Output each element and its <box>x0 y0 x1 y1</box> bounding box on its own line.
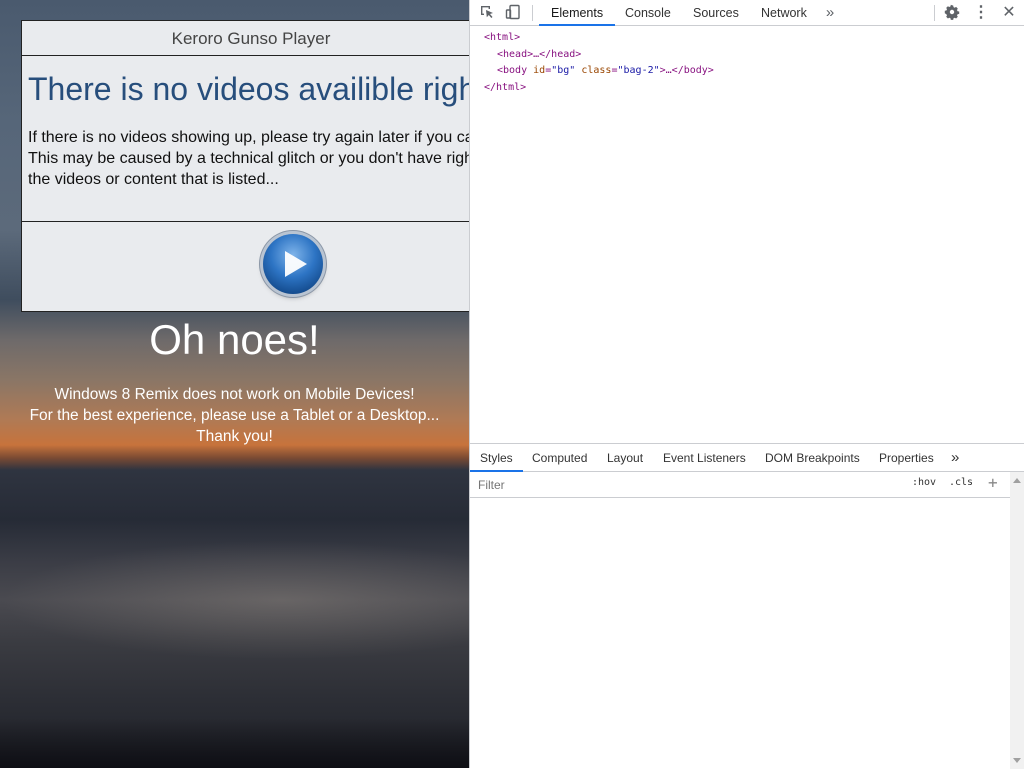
player-heading: There is no videos availible right n <box>28 71 469 107</box>
hov-toggle[interactable]: :hov <box>912 477 936 488</box>
tab-network[interactable]: Network <box>761 0 807 26</box>
player-divider <box>22 221 469 222</box>
tab-computed[interactable]: Computed <box>532 444 587 472</box>
chevron-double-right-icon[interactable]: » <box>821 4 839 22</box>
mobile-notice-line: Thank you! <box>196 428 273 445</box>
dom-node-html-close[interactable]: </html> <box>484 80 714 97</box>
mobile-notice-line: Windows 8 Remix does not work on Mobile … <box>54 386 415 403</box>
play-button[interactable] <box>263 234 323 294</box>
filter-input[interactable] <box>472 474 908 496</box>
gear-icon[interactable] <box>943 4 961 22</box>
toolbar-separator <box>934 5 935 21</box>
player-message-line: If there is no videos showing up, please… <box>28 129 469 146</box>
tab-properties[interactable]: Properties <box>879 444 934 472</box>
tab-layout[interactable]: Layout <box>607 444 643 472</box>
player-message: If there is no videos showing up, please… <box>28 127 469 190</box>
styles-toolbar: Styles Computed Layout Event Listeners D… <box>470 444 1024 472</box>
scroll-up-icon[interactable] <box>1013 478 1021 483</box>
filter-row: :hov .cls + <box>470 472 1024 498</box>
scrollbar[interactable] <box>1010 472 1024 769</box>
player-window: Keroro Gunso Player There is no videos a… <box>21 20 469 312</box>
chevron-double-right-icon[interactable]: » <box>951 444 959 472</box>
dom-node-body[interactable]: <body id="bg" class="bag-2">…</body> <box>484 63 714 80</box>
add-rule-icon[interactable]: + <box>988 473 998 492</box>
dom-node-html[interactable]: <html> <box>484 30 714 47</box>
mobile-notice-line: For the best experience, please use a Ta… <box>29 407 440 424</box>
close-icon[interactable]: ✕ <box>1000 4 1018 22</box>
mobile-notice-heading: Oh noes! <box>149 316 320 363</box>
inspect-element-icon[interactable] <box>478 4 496 22</box>
tab-dom-breakpoints[interactable]: DOM Breakpoints <box>765 444 860 472</box>
devtools-toolbar: Elements Console Sources Network » ⋮ ✕ <box>470 0 1024 26</box>
background-reflection <box>0 540 469 660</box>
scroll-down-icon[interactable] <box>1013 758 1021 763</box>
devtools-panel: Elements Console Sources Network » ⋮ ✕ <… <box>469 0 1024 769</box>
page-viewport: Keroro Gunso Player There is no videos a… <box>0 0 469 768</box>
player-message-line: This may be caused by a technical glitch… <box>28 150 469 167</box>
mobile-notice-message: Windows 8 Remix does not work on Mobile … <box>0 384 469 447</box>
kebab-menu-icon[interactable]: ⋮ <box>972 4 990 22</box>
tab-elements[interactable]: Elements <box>538 0 616 26</box>
dom-node-head[interactable]: <head>…</head> <box>484 47 714 64</box>
tab-sources[interactable]: Sources <box>693 0 739 26</box>
toolbar-separator <box>532 5 533 21</box>
background-shadow <box>0 718 469 768</box>
player-title: Keroro Gunso Player <box>22 21 469 56</box>
tab-styles[interactable]: Styles <box>470 444 523 472</box>
cls-toggle[interactable]: .cls <box>949 477 973 488</box>
dom-tree: <html> <head>…</head> <body id="bg" clas… <box>484 30 714 96</box>
tab-event-listeners[interactable]: Event Listeners <box>663 444 746 472</box>
tab-console[interactable]: Console <box>625 0 671 26</box>
device-toolbar-icon[interactable] <box>504 4 522 22</box>
player-message-line: the videos or content that is listed... <box>28 171 279 188</box>
play-icon <box>285 251 307 277</box>
styles-pane: Styles Computed Layout Event Listeners D… <box>470 443 1024 769</box>
